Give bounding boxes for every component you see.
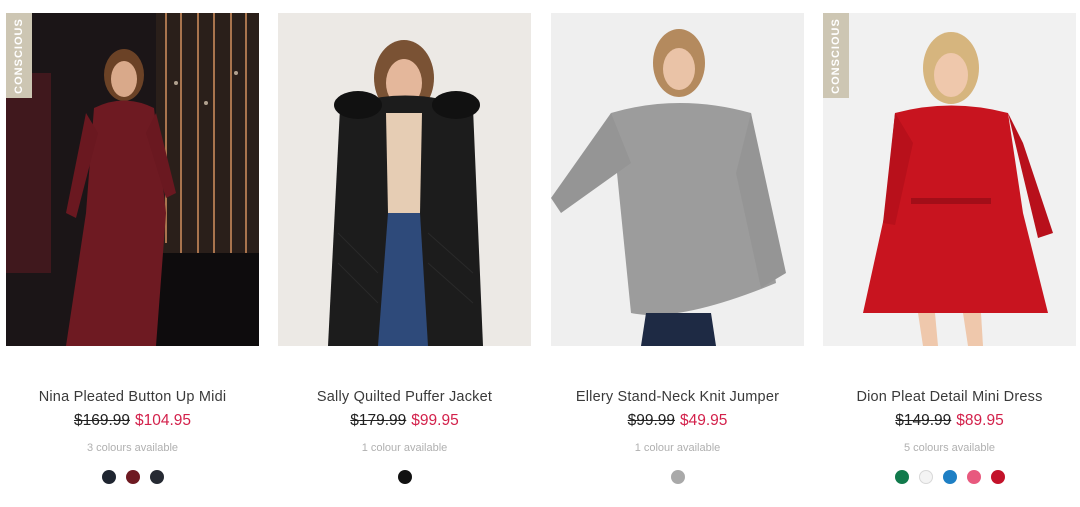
product-price: $99.99 $49.95 (551, 412, 804, 432)
sale-price: $99.95 (411, 412, 459, 429)
colour-swatch[interactable] (918, 470, 933, 484)
colour-swatch[interactable] (942, 470, 957, 484)
product-price: $169.99 $104.95 (6, 412, 259, 432)
product-name[interactable]: Sally Quilted Puffer Jacket (278, 389, 531, 407)
colour-swatch[interactable] (966, 470, 981, 484)
sale-price: $89.95 (956, 412, 1004, 429)
product-image[interactable]: CONSCIOUS (6, 13, 259, 346)
colour-swatch[interactable] (894, 470, 909, 484)
colour-swatch[interactable] (397, 470, 412, 484)
product-name[interactable]: Dion Pleat Detail Mini Dress (823, 389, 1076, 407)
colour-swatch[interactable] (990, 470, 1005, 484)
product-name[interactable]: Ellery Stand-Neck Knit Jumper (551, 389, 804, 407)
colour-swatches (278, 470, 531, 484)
product-card: Sally Quilted Puffer Jacket $179.99 $99.9… (278, 13, 531, 484)
product-image[interactable] (278, 13, 531, 346)
colour-swatch[interactable] (670, 470, 685, 484)
colours-available: 1 colour available (361, 442, 448, 454)
colour-swatch[interactable] (125, 470, 140, 484)
original-price: $179.99 (350, 412, 407, 429)
colours-available: 1 colour available (634, 442, 721, 454)
colours-available: 5 colours available (903, 442, 996, 454)
product-name[interactable]: Nina Pleated Button Up Midi (6, 389, 259, 407)
original-price: $99.99 (627, 412, 675, 429)
colours-available: 3 colours available (86, 442, 179, 454)
product-grid: CONSCIOUS Nina Pleated Button Up Midi $1… (0, 0, 1080, 507)
colour-swatch[interactable] (101, 470, 116, 484)
original-price: $149.99 (895, 412, 952, 429)
sale-price: $49.95 (680, 412, 728, 429)
sale-price: $104.95 (135, 412, 192, 429)
product-card: CONSCIOUS Dion Pleat Detail Mini Dress $… (823, 13, 1076, 484)
badge-label: CONSCIOUS (13, 17, 25, 94)
product-image[interactable] (551, 13, 804, 346)
product-price: $149.99 $89.95 (823, 412, 1076, 432)
colour-swatches (551, 470, 804, 484)
product-card: Ellery Stand-Neck Knit Jumper $99.99 $49.… (551, 13, 804, 484)
colour-swatches (823, 470, 1076, 484)
badge-label: CONSCIOUS (830, 17, 842, 94)
product-price: $179.99 $99.95 (278, 412, 531, 432)
product-card: CONSCIOUS Nina Pleated Button Up Midi $1… (6, 13, 259, 484)
colour-swatch[interactable] (149, 470, 164, 484)
product-image[interactable]: CONSCIOUS (823, 13, 1076, 346)
conscious-badge: CONSCIOUS (6, 13, 32, 98)
colour-swatches (6, 470, 259, 484)
original-price: $169.99 (73, 412, 130, 429)
conscious-badge: CONSCIOUS (823, 13, 849, 98)
